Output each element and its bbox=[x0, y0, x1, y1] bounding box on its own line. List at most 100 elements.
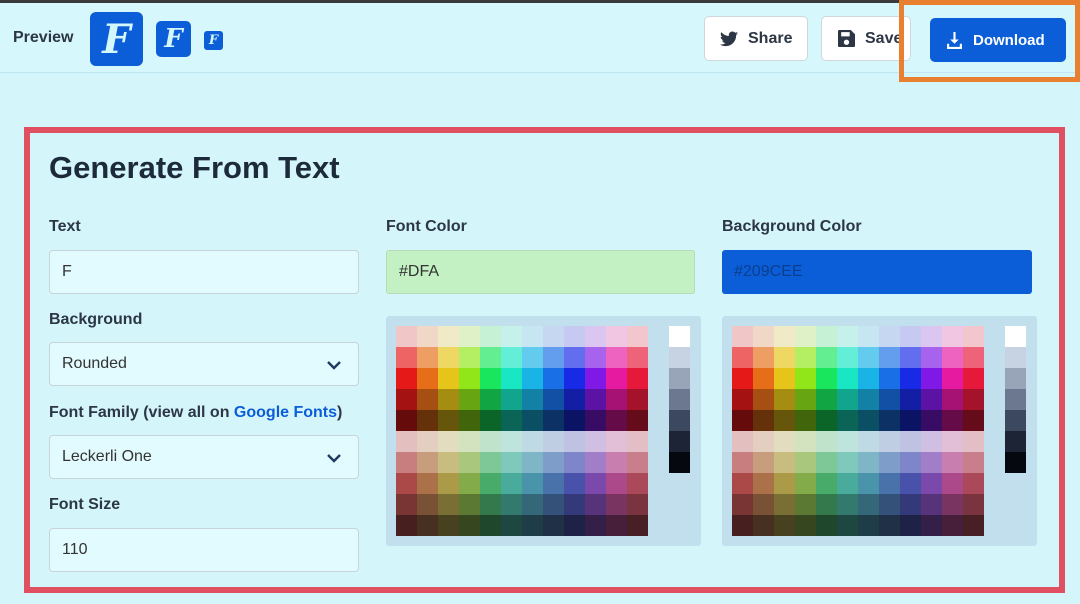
color-cell[interactable] bbox=[837, 410, 858, 431]
color-cell[interactable] bbox=[438, 473, 459, 494]
color-cell[interactable] bbox=[963, 326, 984, 347]
color-cell[interactable] bbox=[564, 389, 585, 410]
color-cell[interactable] bbox=[753, 494, 774, 515]
color-cell[interactable] bbox=[942, 515, 963, 536]
gray-cell[interactable] bbox=[669, 410, 690, 431]
color-cell[interactable] bbox=[858, 347, 879, 368]
color-cell[interactable] bbox=[774, 473, 795, 494]
color-cell[interactable] bbox=[837, 326, 858, 347]
color-cell[interactable] bbox=[480, 347, 501, 368]
color-cell[interactable] bbox=[753, 515, 774, 536]
gray-cell[interactable] bbox=[1005, 452, 1026, 473]
color-cell[interactable] bbox=[396, 389, 417, 410]
color-cell[interactable] bbox=[942, 326, 963, 347]
color-cell[interactable] bbox=[501, 368, 522, 389]
color-cell[interactable] bbox=[921, 452, 942, 473]
color-cell[interactable] bbox=[900, 431, 921, 452]
color-cell[interactable] bbox=[627, 410, 648, 431]
color-cell[interactable] bbox=[585, 515, 606, 536]
color-cell[interactable] bbox=[753, 326, 774, 347]
color-cell[interactable] bbox=[732, 494, 753, 515]
color-cell[interactable] bbox=[900, 347, 921, 368]
color-cell[interactable] bbox=[942, 347, 963, 368]
background-select[interactable]: Rounded bbox=[49, 342, 359, 386]
color-cell[interactable] bbox=[417, 389, 438, 410]
color-cell[interactable] bbox=[585, 347, 606, 368]
color-cell[interactable] bbox=[921, 515, 942, 536]
color-cell[interactable] bbox=[564, 410, 585, 431]
color-cell[interactable] bbox=[501, 494, 522, 515]
color-cell[interactable] bbox=[900, 326, 921, 347]
color-cell[interactable] bbox=[627, 347, 648, 368]
color-cell[interactable] bbox=[858, 368, 879, 389]
color-cell[interactable] bbox=[585, 452, 606, 473]
color-cell[interactable] bbox=[543, 368, 564, 389]
color-cell[interactable] bbox=[417, 515, 438, 536]
color-cell[interactable] bbox=[837, 494, 858, 515]
color-cell[interactable] bbox=[438, 326, 459, 347]
color-cell[interactable] bbox=[816, 326, 837, 347]
color-cell[interactable] bbox=[858, 431, 879, 452]
color-cell[interactable] bbox=[417, 368, 438, 389]
color-cell[interactable] bbox=[396, 410, 417, 431]
color-cell[interactable] bbox=[480, 326, 501, 347]
color-cell[interactable] bbox=[816, 347, 837, 368]
color-cell[interactable] bbox=[606, 452, 627, 473]
color-cell[interactable] bbox=[543, 494, 564, 515]
color-cell[interactable] bbox=[900, 452, 921, 473]
color-cell[interactable] bbox=[774, 431, 795, 452]
gray-cell[interactable] bbox=[669, 452, 690, 473]
color-cell[interactable] bbox=[396, 368, 417, 389]
color-cell[interactable] bbox=[837, 389, 858, 410]
gray-cell[interactable] bbox=[1005, 326, 1026, 347]
color-cell[interactable] bbox=[501, 389, 522, 410]
color-cell[interactable] bbox=[879, 431, 900, 452]
color-cell[interactable] bbox=[438, 389, 459, 410]
color-cell[interactable] bbox=[816, 494, 837, 515]
color-cell[interactable] bbox=[732, 473, 753, 494]
color-cell[interactable] bbox=[459, 494, 480, 515]
color-cell[interactable] bbox=[585, 368, 606, 389]
color-cell[interactable] bbox=[627, 494, 648, 515]
color-cell[interactable] bbox=[396, 347, 417, 368]
color-cell[interactable] bbox=[795, 452, 816, 473]
color-cell[interactable] bbox=[585, 494, 606, 515]
color-cell[interactable] bbox=[879, 494, 900, 515]
gray-cell[interactable] bbox=[669, 431, 690, 452]
color-cell[interactable] bbox=[942, 410, 963, 431]
color-cell[interactable] bbox=[795, 326, 816, 347]
color-cell[interactable] bbox=[459, 326, 480, 347]
color-cell[interactable] bbox=[564, 494, 585, 515]
color-cell[interactable] bbox=[585, 473, 606, 494]
color-cell[interactable] bbox=[522, 410, 543, 431]
color-cell[interactable] bbox=[606, 368, 627, 389]
color-cell[interactable] bbox=[879, 515, 900, 536]
save-button[interactable]: Save bbox=[821, 16, 911, 61]
color-cell[interactable] bbox=[837, 431, 858, 452]
color-cell[interactable] bbox=[753, 473, 774, 494]
color-cell[interactable] bbox=[963, 473, 984, 494]
color-cell[interactable] bbox=[564, 347, 585, 368]
color-cell[interactable] bbox=[816, 368, 837, 389]
color-cell[interactable] bbox=[585, 431, 606, 452]
color-cell[interactable] bbox=[585, 326, 606, 347]
color-cell[interactable] bbox=[627, 515, 648, 536]
color-cell[interactable] bbox=[879, 452, 900, 473]
color-cell[interactable] bbox=[816, 515, 837, 536]
color-cell[interactable] bbox=[795, 431, 816, 452]
gray-cell[interactable] bbox=[1005, 368, 1026, 389]
color-cell[interactable] bbox=[795, 494, 816, 515]
color-cell[interactable] bbox=[753, 389, 774, 410]
gray-cell[interactable] bbox=[669, 389, 690, 410]
color-cell[interactable] bbox=[795, 473, 816, 494]
color-cell[interactable] bbox=[459, 515, 480, 536]
color-cell[interactable] bbox=[774, 452, 795, 473]
gray-cell[interactable] bbox=[669, 368, 690, 389]
color-cell[interactable] bbox=[480, 368, 501, 389]
color-cell[interactable] bbox=[879, 389, 900, 410]
font-color-picker[interactable] bbox=[386, 316, 701, 546]
color-cell[interactable] bbox=[396, 515, 417, 536]
color-cell[interactable] bbox=[564, 368, 585, 389]
color-cell[interactable] bbox=[900, 473, 921, 494]
color-cell[interactable] bbox=[795, 347, 816, 368]
